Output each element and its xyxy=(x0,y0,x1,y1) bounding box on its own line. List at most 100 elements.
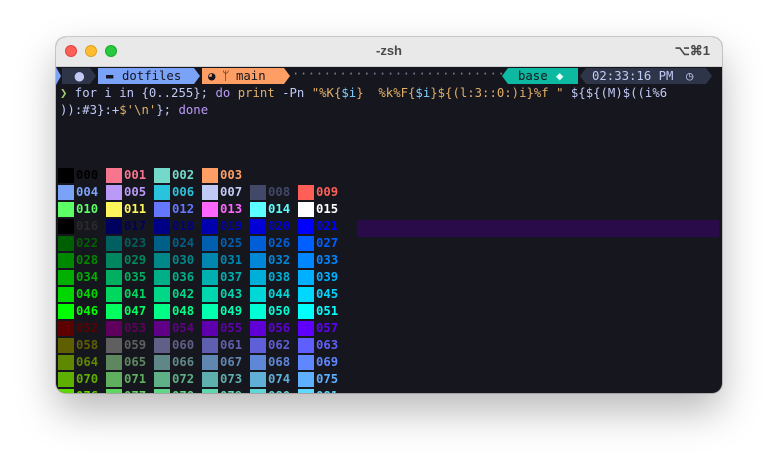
terminal-window[interactable]: -zsh ⌥⌘1 ● ▬ dotfiles ◕ ᛘ main ·········… xyxy=(56,37,722,393)
swatch-number: 038 xyxy=(268,270,291,284)
swatch-block xyxy=(58,270,74,285)
swatch-block xyxy=(202,321,218,336)
swatch-block xyxy=(250,287,266,302)
swatch-number: 055 xyxy=(220,321,243,335)
terminal-content[interactable]: ● ▬ dotfiles ◕ ᛘ main ··················… xyxy=(56,67,722,393)
command-token: $'\n' xyxy=(119,103,157,117)
command-token: ${${(M)$((i%6 xyxy=(563,86,668,100)
swatch-number: 045 xyxy=(316,287,339,301)
swatch-number: 047 xyxy=(124,304,147,318)
swatch-number: 077 xyxy=(124,388,146,393)
swatch-block xyxy=(58,372,74,387)
command-token: done xyxy=(178,103,209,117)
swatch-number: 017 xyxy=(124,219,147,233)
swatch-number: 081 xyxy=(316,388,338,393)
swatch-number: 057 xyxy=(316,321,339,335)
swatch-number: 008 xyxy=(268,185,291,199)
swatch-block xyxy=(250,202,266,217)
command-token: for i in {0..255}; xyxy=(67,86,216,100)
swatch-block xyxy=(250,338,266,353)
command-token: )) xyxy=(60,103,75,117)
swatch-block xyxy=(106,338,122,353)
swatch-number: 011 xyxy=(124,202,147,216)
apple-icon: ● xyxy=(74,69,85,83)
swatch-number: 033 xyxy=(316,253,339,267)
swatch-block xyxy=(250,304,266,319)
swatch-block xyxy=(250,270,266,285)
swatch-number: 051 xyxy=(316,304,339,318)
swatch-block xyxy=(202,372,218,387)
command-token: }; xyxy=(156,103,179,117)
swatch-block xyxy=(154,270,170,285)
swatch-block xyxy=(154,236,170,251)
prompt-branch: main xyxy=(236,69,266,83)
swatch-block xyxy=(154,219,170,234)
swatch-block xyxy=(58,287,74,302)
swatch-block xyxy=(298,321,314,336)
swatch-block xyxy=(106,287,122,302)
swatch-number: 006 xyxy=(172,185,195,199)
swatch-block xyxy=(58,321,74,336)
swatch-block xyxy=(250,236,266,251)
swatch-block xyxy=(58,202,74,217)
swatch-block xyxy=(298,202,314,217)
swatch-number: 060 xyxy=(172,338,195,352)
swatch-number: 054 xyxy=(172,321,195,335)
swatch-block xyxy=(202,253,218,268)
swatch-number: 071 xyxy=(124,372,147,386)
swatch-block xyxy=(298,372,314,387)
swatch-number: 073 xyxy=(220,372,243,386)
swatch-block xyxy=(298,185,314,200)
swatch-block xyxy=(202,185,218,200)
swatch-number: 080 xyxy=(268,388,290,393)
swatch-number: 068 xyxy=(268,355,291,369)
swatch-number: 058 xyxy=(76,338,99,352)
swatch-number: 036 xyxy=(172,270,195,284)
swatch-number: 035 xyxy=(124,270,147,284)
swatch-number: 063 xyxy=(316,338,339,352)
swatch-block xyxy=(106,389,122,393)
swatch-block xyxy=(202,236,218,251)
swatch-number: 003 xyxy=(220,168,243,182)
swatch-number: 050 xyxy=(268,304,291,318)
swatch-block xyxy=(250,372,266,387)
command-token: :+ xyxy=(104,103,120,117)
prompt-os-arrow xyxy=(90,68,96,84)
swatch-number: 053 xyxy=(124,321,147,335)
command-line[interactable]: ❯ for i in {0..255}; do print -Pn "%K{$i… xyxy=(60,85,720,119)
swatch-block xyxy=(106,270,122,285)
swatch-number: 000 xyxy=(76,168,99,182)
swatch-block xyxy=(106,185,122,200)
swatch-number: 056 xyxy=(268,321,291,335)
swatch-number: 018 xyxy=(172,219,195,233)
window-shortcut: ⌥⌘1 xyxy=(674,43,710,58)
command-token: print xyxy=(237,86,283,100)
prompt-filler: ········································ xyxy=(292,67,504,81)
swatch-number: 042 xyxy=(172,287,195,301)
swatch-block xyxy=(298,304,314,319)
swatch-number: 040 xyxy=(76,287,99,301)
swatch-number: 004 xyxy=(76,185,99,199)
swatch-number: 030 xyxy=(172,253,195,267)
swatch-number: 039 xyxy=(316,270,339,284)
swatch-block xyxy=(106,355,122,370)
swatch-block xyxy=(106,372,122,387)
swatch-block xyxy=(154,304,170,319)
swatch-number: 015 xyxy=(316,202,339,216)
prompt-dir-arrow xyxy=(194,68,200,84)
swatch-block xyxy=(202,355,218,370)
swatch-number: 062 xyxy=(268,338,291,352)
swatch-block xyxy=(58,185,74,200)
swatch-block xyxy=(154,185,170,200)
prompt-left-arrow xyxy=(56,67,61,85)
swatch-number: 075 xyxy=(316,372,339,386)
swatch-number: 076 xyxy=(76,388,98,393)
swatch-number: 061 xyxy=(220,338,243,352)
swatch-block xyxy=(58,236,74,251)
prompt-time-right-arrow xyxy=(706,68,712,84)
swatch-block xyxy=(154,253,170,268)
swatch-number: 019 xyxy=(220,219,243,233)
swatch-number: 024 xyxy=(172,236,195,250)
swatch-block xyxy=(298,338,314,353)
title-bar[interactable]: -zsh ⌥⌘1 xyxy=(56,37,722,67)
